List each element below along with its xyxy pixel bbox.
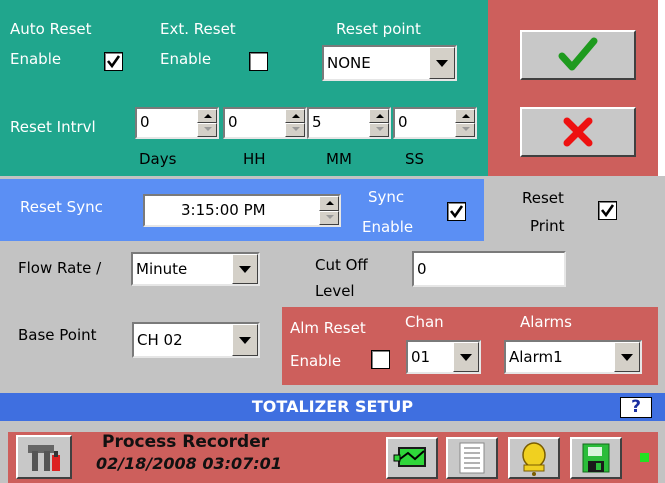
reset-print-label: Reset — [522, 189, 564, 207]
chevron-down-icon[interactable] — [453, 342, 479, 372]
unit-ss-label: SS — [405, 150, 425, 168]
interval-mm-spinner[interactable]: 5 — [307, 107, 391, 139]
chevron-down-icon[interactable] — [429, 47, 455, 79]
unit-mm-label: MM — [326, 150, 352, 168]
right-edge — [658, 0, 665, 176]
ext-reset-label: Ext. Reset — [160, 20, 236, 38]
reset-sync-time-value: 3:15:00 PM — [181, 201, 266, 219]
spin-up-icon[interactable] — [197, 109, 217, 123]
reset-print-checkbox[interactable] — [598, 201, 617, 220]
interval-hh-value: 0 — [228, 113, 238, 131]
interval-days-spinner[interactable]: 0 — [135, 107, 219, 139]
spin-down-icon[interactable] — [455, 123, 475, 137]
spin-down-icon[interactable] — [369, 123, 389, 137]
reset-point-dropdown[interactable]: NONE — [322, 45, 457, 81]
reset-sync-time-spinner[interactable]: 3:15:00 PM — [143, 194, 341, 227]
alarms-value: Alarm1 — [509, 348, 563, 366]
spin-buttons[interactable] — [285, 109, 305, 137]
reset-point-label: Reset point — [336, 20, 421, 38]
cut-off-label: Cut Off — [315, 256, 368, 274]
tools-icon — [28, 445, 60, 471]
checkmark-icon — [600, 204, 615, 218]
chevron-down-icon[interactable] — [232, 254, 258, 284]
channel-value: 01 — [411, 348, 431, 366]
chan-label: Chan — [405, 313, 444, 331]
flow-rate-dropdown[interactable]: Minute — [131, 252, 260, 286]
auto-reset-enable-label: Enable — [10, 50, 62, 68]
alarms-dropdown[interactable]: Alarm1 — [504, 340, 642, 374]
checkmark-icon — [106, 55, 121, 69]
help-button[interactable]: ? — [620, 397, 652, 418]
reset-interval-label: Reset Intrvl — [10, 118, 96, 136]
ext-reset-enable-label: Enable — [160, 50, 212, 68]
alarm-button[interactable] — [508, 437, 560, 479]
unit-days-label: Days — [139, 150, 177, 168]
spin-up-icon[interactable] — [455, 109, 475, 123]
auto-reset-enable-checkbox[interactable] — [104, 52, 123, 71]
interval-days-value: 0 — [140, 113, 150, 131]
sync-label: Sync — [368, 188, 405, 206]
alarms-label: Alarms — [520, 313, 572, 331]
cancel-x-icon — [563, 117, 593, 147]
interval-hh-spinner[interactable]: 0 — [223, 107, 307, 139]
save-disk-icon — [582, 443, 610, 473]
ok-button[interactable] — [520, 30, 636, 80]
app-name: Process Recorder — [102, 432, 270, 452]
spin-buttons[interactable] — [197, 109, 217, 137]
spin-down-icon[interactable] — [285, 123, 305, 137]
status-indicator — [640, 453, 649, 462]
cut-off-level-value: 0 — [417, 260, 427, 278]
cut-off-level-label: Level — [315, 282, 355, 300]
base-point-dropdown[interactable]: CH 02 — [132, 322, 260, 358]
alm-reset-label: Alm Reset — [290, 319, 366, 337]
alarm-bell-icon — [522, 442, 546, 476]
tools-button[interactable] — [16, 435, 72, 479]
spin-up-icon[interactable] — [285, 109, 305, 123]
sync-enable-label: Enable — [362, 218, 414, 236]
spin-up-icon[interactable] — [319, 196, 339, 211]
trend-icon — [393, 447, 426, 467]
alm-reset-enable-label: Enable — [290, 352, 342, 370]
trend-button[interactable] — [386, 437, 438, 479]
base-point-label: Base Point — [18, 326, 97, 344]
list-button[interactable] — [446, 437, 498, 479]
flow-rate-value: Minute — [136, 260, 188, 278]
flow-rate-label: Flow Rate / — [18, 259, 102, 277]
list-icon — [459, 442, 485, 474]
checkmark-icon — [449, 205, 464, 219]
spin-down-icon[interactable] — [197, 123, 217, 137]
screen-title: TOTALIZER SETUP — [0, 393, 665, 421]
spin-up-icon[interactable] — [369, 109, 389, 123]
alm-reset-enable-checkbox[interactable] — [371, 350, 390, 369]
ext-reset-enable-checkbox[interactable] — [249, 52, 268, 71]
cut-off-level-input[interactable]: 0 — [412, 251, 566, 287]
cancel-button[interactable] — [520, 107, 636, 157]
auto-reset-label: Auto Reset — [10, 20, 92, 38]
reset-point-value: NONE — [327, 54, 371, 72]
sync-enable-checkbox[interactable] — [447, 202, 466, 221]
reset-sync-label: Reset Sync — [20, 198, 103, 216]
spin-buttons[interactable] — [369, 109, 389, 137]
chevron-down-icon[interactable] — [614, 342, 640, 372]
interval-ss-value: 0 — [398, 113, 408, 131]
interval-ss-spinner[interactable]: 0 — [393, 107, 477, 139]
reset-print-sub-label: Print — [530, 217, 565, 235]
chevron-down-icon[interactable] — [232, 324, 258, 356]
current-datetime: 02/18/2008 03:07:01 — [96, 454, 282, 473]
spin-buttons[interactable] — [455, 109, 475, 137]
base-point-value: CH 02 — [137, 331, 183, 349]
interval-mm-value: 5 — [312, 113, 322, 131]
ok-check-icon — [558, 37, 598, 71]
unit-hh-label: HH — [243, 150, 266, 168]
channel-dropdown[interactable]: 01 — [406, 340, 481, 374]
spin-buttons[interactable] — [319, 196, 339, 225]
spin-down-icon[interactable] — [319, 210, 339, 225]
save-button[interactable] — [570, 437, 622, 479]
